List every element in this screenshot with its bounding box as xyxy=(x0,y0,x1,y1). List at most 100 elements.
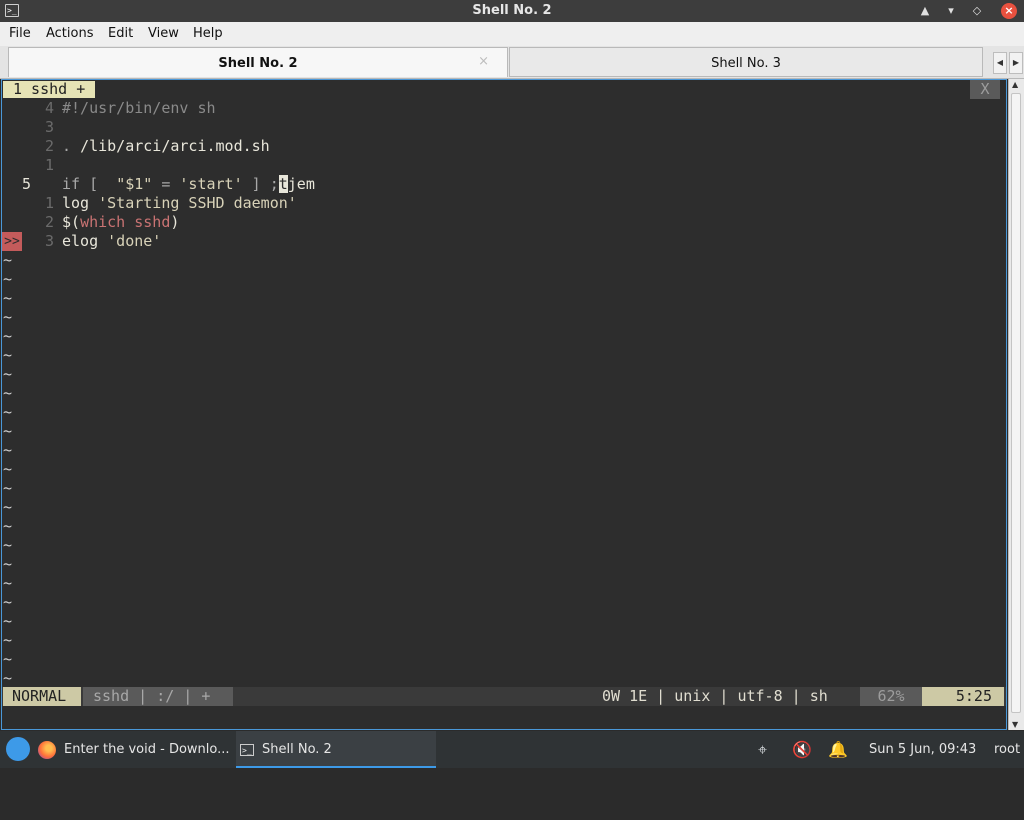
menubar: File Actions Edit View Help xyxy=(0,22,1024,46)
network-icon[interactable]: ⌖ xyxy=(758,731,767,768)
code-token: 'Starting SSHD daemon' xyxy=(98,194,297,212)
empty-line-tilde: ~ xyxy=(3,441,13,459)
empty-line-tilde: ~ xyxy=(3,403,13,421)
maximize-icon[interactable]: ◇ xyxy=(969,3,985,19)
keep-above-icon[interactable]: ▲ xyxy=(917,3,933,19)
close-tab-icon[interactable]: × xyxy=(478,54,489,69)
tab-label: Shell No. 2 xyxy=(218,56,298,71)
vim-file-section: sshd | :/ | + xyxy=(83,687,233,706)
code-text: if [ "$1" = 'start' ] ;tjem xyxy=(62,175,315,194)
vim-statusline: NORMAL sshd | :/ | + 0W 1E | unix | utf-… xyxy=(2,687,1006,706)
empty-line-tilde: ~ xyxy=(3,327,13,345)
editor-line: 2. /lib/arci/arci.mod.sh xyxy=(2,137,1006,156)
code-text: $(which sshd) xyxy=(62,213,179,232)
vim-mode: NORMAL xyxy=(3,687,81,706)
tab-bar: Shell No. 2 × Shell No. 3 xyxy=(0,46,1024,79)
line-number: 3 xyxy=(44,118,54,136)
editor-line: 1 xyxy=(2,156,1006,175)
firefox-icon xyxy=(38,741,56,759)
editor-line: 5 if [ "$1" = 'start' ] ;tjem xyxy=(2,175,1006,194)
task-label: Shell No. 2 xyxy=(262,742,332,757)
volume-muted-icon[interactable]: 🔇 xyxy=(792,731,812,768)
empty-line-tilde: ~ xyxy=(3,593,13,611)
code-token: ) xyxy=(170,213,180,231)
empty-line-tilde: ~ xyxy=(3,365,13,383)
tab-label: Shell No. 3 xyxy=(711,56,781,71)
menu-edit[interactable]: Edit xyxy=(108,26,133,41)
code-token: /lib/arci/arci.mod.sh xyxy=(80,137,270,155)
line-number: 1 xyxy=(44,156,54,174)
code-token: elog xyxy=(62,232,108,250)
scrollbar-thumb[interactable] xyxy=(1011,93,1021,713)
terminal-scrollbar[interactable]: ▲ ▼ xyxy=(1008,79,1024,730)
task-label: Enter the void - Downlo... xyxy=(64,742,230,757)
menu-help[interactable]: Help xyxy=(193,26,223,41)
empty-line-tilde: ~ xyxy=(3,460,13,478)
line-number: 2 xyxy=(44,213,54,231)
code-text: #!/usr/bin/env sh xyxy=(62,99,216,118)
empty-line-tilde: ~ xyxy=(3,536,13,554)
empty-line-tilde: ~ xyxy=(3,498,13,516)
code-token: 'start' xyxy=(179,175,243,193)
code-token: 'done' xyxy=(107,232,162,250)
vim-tabline: 1 sshd + X xyxy=(2,80,1006,99)
empty-line-tilde: ~ xyxy=(3,422,13,440)
minimize-icon[interactable]: ▾ xyxy=(943,3,959,19)
task-firefox[interactable]: Enter the void - Downlo... xyxy=(60,731,235,768)
scroll-tabs-right-icon[interactable]: ▶ xyxy=(1009,52,1023,74)
scroll-down-icon[interactable]: ▼ xyxy=(1012,720,1018,729)
code-token: ] ; xyxy=(242,175,279,193)
window-titlebar[interactable]: >_ Shell No. 2 ▲ ▾ ◇ × xyxy=(0,0,1024,22)
code-token: which sshd xyxy=(80,213,171,231)
editor-line: 4 #!/usr/bin/env sh xyxy=(2,99,1006,118)
vim-buffer-tab[interactable]: 1 sshd + xyxy=(3,81,96,98)
editor-line: 1 log 'Starting SSHD daemon' xyxy=(2,194,1006,213)
clock[interactable]: Sun 5 Jun, 09:43 xyxy=(869,731,976,768)
menu-file[interactable]: File xyxy=(9,26,31,41)
terminal-view[interactable]: 1 sshd + X 4 #!/usr/bin/env sh 3 2. /lib/ar… xyxy=(1,79,1007,730)
terminal-icon: >_ xyxy=(240,743,254,756)
line-number: 2 xyxy=(44,137,54,155)
menu-view[interactable]: View xyxy=(148,26,179,41)
tab-shell-2[interactable]: Shell No. 2 × xyxy=(8,47,508,77)
empty-line-tilde: ~ xyxy=(3,270,13,288)
diagnostic-sign: >> xyxy=(2,232,22,251)
code-token: #!/usr/bin/env sh xyxy=(62,99,216,117)
empty-line-tilde: ~ xyxy=(3,346,13,364)
editor-line: 2 $(which sshd) xyxy=(2,213,1006,232)
text-cursor: t xyxy=(278,175,288,193)
code-token: = xyxy=(152,175,180,193)
code-token: . xyxy=(62,137,81,155)
app-launcher-icon[interactable] xyxy=(6,737,30,761)
code-token: "$1" xyxy=(116,175,153,193)
empty-line-tilde: ~ xyxy=(3,669,13,687)
scroll-tabs-left-icon[interactable]: ◀ xyxy=(993,52,1007,74)
notifications-icon[interactable]: 🔔 xyxy=(828,731,848,768)
user-name: root xyxy=(994,742,1021,757)
line-number: 4 xyxy=(44,99,54,117)
scroll-up-icon[interactable]: ▲ xyxy=(1012,80,1018,89)
vim-cursor-position: 5:25 xyxy=(922,687,1004,706)
code-text: log 'Starting SSHD daemon' xyxy=(62,194,297,213)
tab-shell-3[interactable]: Shell No. 3 xyxy=(509,47,983,77)
close-window-icon[interactable]: × xyxy=(1001,3,1017,19)
empty-line-tilde: ~ xyxy=(3,650,13,668)
menu-actions[interactable]: Actions xyxy=(46,26,94,41)
empty-line-tilde: ~ xyxy=(3,251,13,269)
empty-line-tilde: ~ xyxy=(3,612,13,630)
line-number: 5 xyxy=(22,175,32,193)
empty-line-tilde: ~ xyxy=(3,631,13,649)
code-token: if [ xyxy=(62,175,117,193)
empty-line-tilde: ~ xyxy=(3,384,13,402)
window-title: Shell No. 2 xyxy=(472,3,552,18)
task-shell[interactable]: >_ Shell No. 2 xyxy=(236,731,436,768)
code-token: log xyxy=(62,194,99,212)
vim-close-buffer-button[interactable]: X xyxy=(970,80,1000,99)
empty-line-tilde: ~ xyxy=(3,308,13,326)
empty-line-tilde: ~ xyxy=(3,574,13,592)
editor-line: >> 3 elog 'done' xyxy=(2,232,1006,251)
empty-line-tilde: ~ xyxy=(3,479,13,497)
empty-line-tilde: ~ xyxy=(3,555,13,573)
taskbar: Enter the void - Downlo... >_ Shell No. 2… xyxy=(0,731,1024,768)
code-text: . /lib/arci/arci.mod.sh xyxy=(62,137,270,156)
